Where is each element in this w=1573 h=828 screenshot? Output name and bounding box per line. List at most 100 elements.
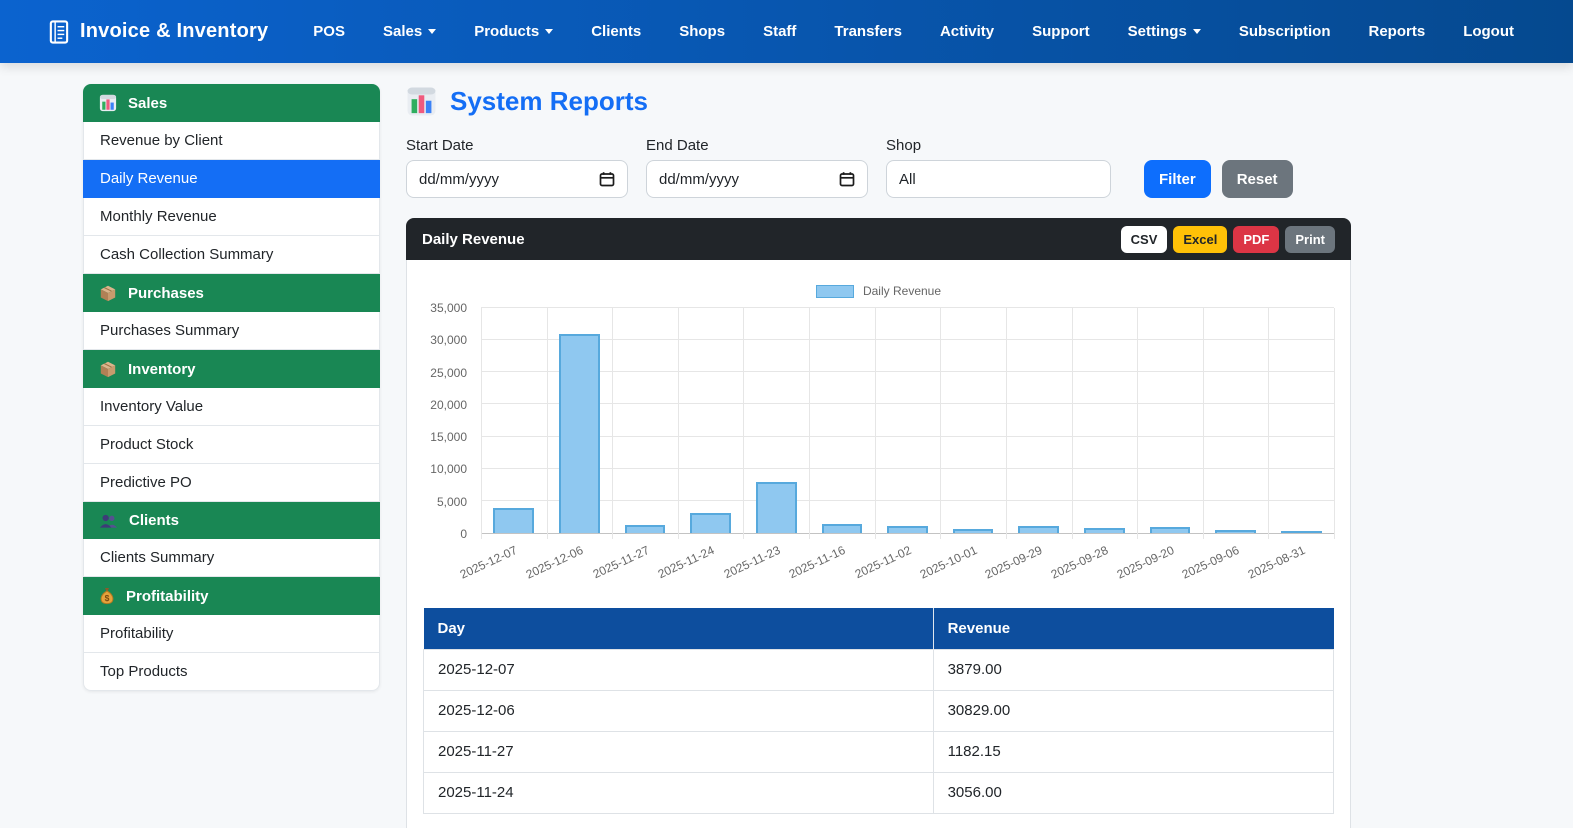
v-gridline bbox=[677, 308, 679, 539]
bar-2025-09-06[interactable] bbox=[1215, 529, 1256, 533]
brand-title: Invoice & Inventory bbox=[80, 20, 269, 42]
navbar-brand[interactable]: Invoice & Inventory bbox=[47, 19, 268, 45]
page-title-text: System Reports bbox=[450, 86, 648, 116]
start-date-placeholder: dd/mm/yyyy bbox=[419, 170, 500, 188]
nav-item-settings[interactable]: Settings bbox=[1109, 15, 1220, 48]
chart-x-axis: 2025-12-07 2025-12-06 2025-11-27 2025-11-24… bbox=[458, 534, 1334, 594]
bar-2025-08-31[interactable] bbox=[1280, 531, 1322, 533]
bar-2025-09-28[interactable] bbox=[1084, 527, 1125, 533]
report-card: Daily Revenue CSV Excel PDF Print Daily Rev… bbox=[406, 218, 1351, 828]
bar-2025-11-02[interactable] bbox=[887, 525, 928, 533]
nav-item-activity[interactable]: Activity bbox=[921, 15, 1013, 48]
start-date-input[interactable]: dd/mm/yyyy bbox=[406, 160, 628, 198]
shop-select[interactable]: All bbox=[886, 160, 1111, 198]
table-header-day: Day bbox=[423, 608, 934, 649]
nav-item-support[interactable]: Support bbox=[1013, 15, 1109, 48]
sidebar-section-title: Profitability bbox=[126, 587, 209, 605]
calendar-icon[interactable] bbox=[839, 171, 855, 187]
bar-2025-12-07[interactable] bbox=[493, 507, 535, 533]
table-cell: 2025-12-06 bbox=[423, 689, 934, 732]
sidebar-item-profitability[interactable]: Profitability bbox=[83, 615, 380, 653]
x-tick-label: 2025-11-02 bbox=[852, 543, 914, 582]
table-cell: 3879.00 bbox=[932, 648, 1335, 691]
nav-item-pos[interactable]: POS bbox=[294, 15, 364, 48]
x-tick-label: 2025-11-27 bbox=[590, 543, 651, 582]
money-bag-icon: $ bbox=[99, 587, 115, 605]
chart-y-axis: 0 5,000 10,000 15,000 20,000 25,000 30,000 35,0… bbox=[423, 301, 471, 541]
nav-item-reports[interactable]: Reports bbox=[1350, 15, 1445, 48]
sidebar-item-clients-summary[interactable]: Clients Summary bbox=[83, 539, 380, 577]
sidebar-item-daily-revenue[interactable]: Daily Revenue bbox=[83, 160, 380, 198]
end-date-field: End Date dd/mm/yyyy bbox=[646, 137, 868, 198]
table-cell: 2025-11-24 bbox=[423, 771, 934, 814]
nav-item-staff[interactable]: Staff bbox=[744, 15, 815, 48]
sidebar-section-title: Clients bbox=[129, 512, 180, 529]
sidebar-item-purchases-summary[interactable]: Purchases Summary bbox=[83, 312, 380, 350]
export-buttons: CSV Excel PDF Print bbox=[1120, 225, 1335, 253]
navbar: Invoice & Inventory POS Sales Products Clie… bbox=[0, 0, 1573, 63]
nav-item-logout[interactable]: Logout bbox=[1444, 15, 1533, 48]
export-excel-button[interactable]: Excel bbox=[1173, 225, 1228, 253]
bar-chart-icon bbox=[99, 94, 117, 112]
h-gridline bbox=[481, 467, 1334, 469]
sidebar-item-product-stock[interactable]: Product Stock bbox=[83, 426, 380, 464]
sidebar: Sales Revenue by Client Daily Revenue Month… bbox=[83, 84, 380, 691]
y-tick-label: 20,000 bbox=[430, 397, 467, 412]
svg-text:$: $ bbox=[105, 593, 110, 603]
bar-2025-09-29[interactable] bbox=[1018, 525, 1060, 533]
bar-2025-10-01[interactable] bbox=[952, 528, 994, 533]
nav-item-products[interactable]: Products bbox=[455, 15, 572, 48]
daily-revenue-chart: 0 5,000 10,000 15,000 20,000 25,000 30,000 35,0… bbox=[423, 301, 1335, 594]
v-gridline bbox=[1137, 308, 1139, 539]
bar-2025-11-27[interactable] bbox=[624, 525, 666, 533]
sidebar-item-inventory-value[interactable]: Inventory Value bbox=[83, 388, 380, 426]
x-tick-label: 2025-09-06 bbox=[1179, 543, 1242, 582]
export-pdf-button[interactable]: PDF bbox=[1233, 225, 1280, 253]
x-tick-label: 2025-11-16 bbox=[787, 543, 848, 582]
nav-item-sales[interactable]: Sales bbox=[364, 15, 455, 48]
table-cell: 3056.00 bbox=[932, 771, 1335, 814]
calendar-icon[interactable] bbox=[599, 171, 615, 187]
v-gridline bbox=[874, 308, 876, 539]
bar-2025-09-20[interactable] bbox=[1149, 526, 1191, 533]
nav-item-shops[interactable]: Shops bbox=[660, 15, 744, 48]
shop-field: Shop All bbox=[886, 137, 1111, 198]
v-gridline bbox=[1334, 308, 1335, 539]
chevron-down-icon bbox=[545, 29, 554, 34]
nav-item-transfers[interactable]: Transfers bbox=[815, 15, 921, 48]
reset-button[interactable]: Reset bbox=[1221, 160, 1293, 198]
export-csv-button[interactable]: CSV bbox=[1120, 225, 1168, 253]
y-tick-label: 35,000 bbox=[430, 301, 467, 315]
sidebar-item-cash-collection-summary[interactable]: Cash Collection Summary bbox=[83, 236, 380, 274]
bar-2025-12-06[interactable] bbox=[559, 333, 600, 533]
nav-item-clients[interactable]: Clients bbox=[572, 15, 660, 48]
bar-2025-11-16[interactable] bbox=[821, 523, 863, 533]
y-tick-label: 30,000 bbox=[430, 333, 467, 348]
nav-item-subscription[interactable]: Subscription bbox=[1220, 15, 1350, 48]
bar-2025-11-23[interactable] bbox=[755, 482, 797, 533]
end-date-input[interactable]: dd/mm/yyyy bbox=[646, 160, 868, 198]
x-tick-label: 2025-11-24 bbox=[655, 543, 717, 582]
sidebar-item-top-products[interactable]: Top Products bbox=[83, 653, 380, 691]
v-gridline bbox=[1071, 308, 1073, 539]
x-tick-label: 2025-10-01 bbox=[917, 543, 980, 582]
h-gridline bbox=[481, 403, 1334, 405]
y-tick-label: 5,000 bbox=[436, 494, 467, 509]
y-tick-label: 25,000 bbox=[430, 365, 467, 380]
table-body: 2025-12-07 3879.00 2025-12-06 30829.00 2025-… bbox=[423, 648, 1335, 814]
filter-bar: Start Date dd/mm/yyyy End Date dd/mm/yyy… bbox=[406, 137, 1351, 198]
report-card-header: Daily Revenue CSV Excel PDF Print bbox=[406, 218, 1351, 260]
bar-2025-11-24[interactable] bbox=[690, 513, 731, 533]
x-tick-label: 2025-09-20 bbox=[1114, 543, 1176, 582]
chart-legend[interactable]: Daily Revenue bbox=[423, 284, 1334, 298]
sidebar-item-monthly-revenue[interactable]: Monthly Revenue bbox=[83, 198, 380, 236]
clients-icon bbox=[99, 513, 118, 529]
table-cell: 30829.00 bbox=[932, 689, 1335, 732]
v-gridline bbox=[809, 308, 811, 539]
sidebar-item-revenue-by-client[interactable]: Revenue by Client bbox=[83, 122, 380, 160]
h-gridline bbox=[481, 499, 1334, 501]
sidebar-item-predictive-po[interactable]: Predictive PO bbox=[83, 464, 380, 502]
x-tick-label: 2025-12-07 bbox=[458, 543, 520, 582]
export-print-button[interactable]: Print bbox=[1285, 225, 1335, 253]
filter-button[interactable]: Filter bbox=[1144, 160, 1211, 198]
